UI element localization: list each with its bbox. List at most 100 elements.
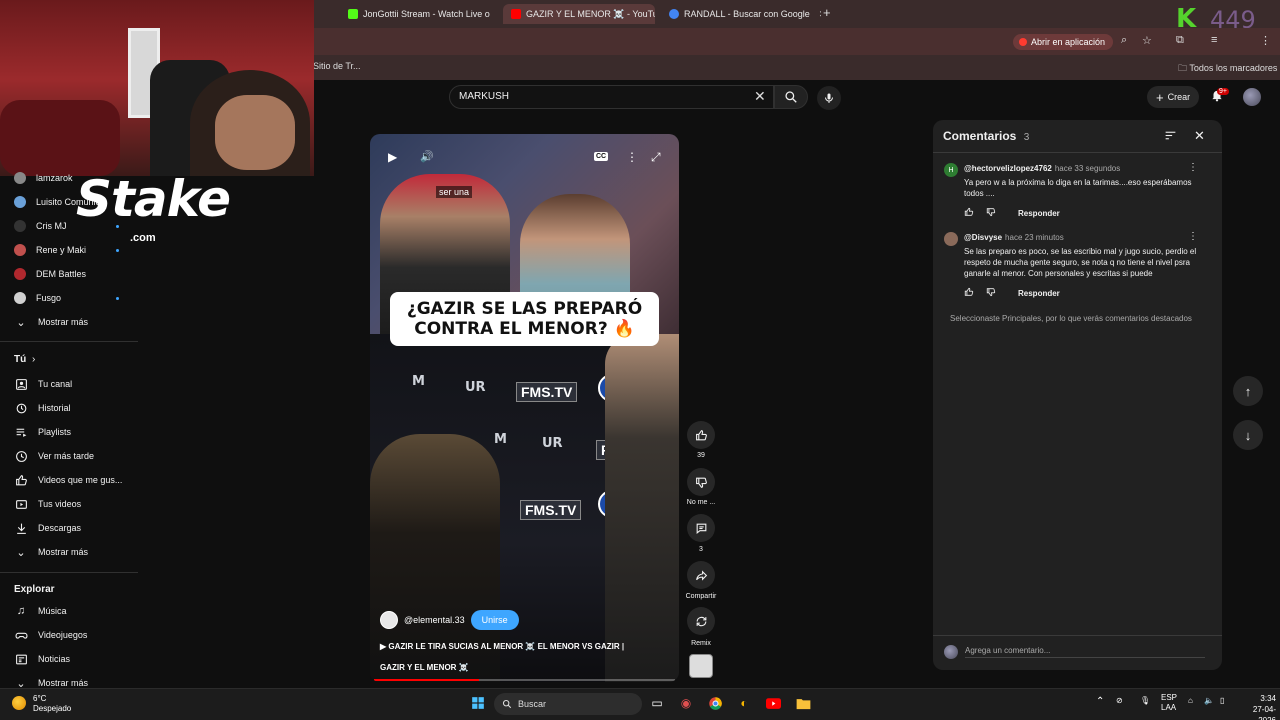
sidebar-item-liked-videos[interactable]: Videos que me gus... — [14, 470, 122, 490]
sidebar-channel[interactable]: Cris MJ — [14, 216, 67, 236]
search-button[interactable] — [774, 85, 808, 109]
more-options-icon[interactable]: ⋮ — [626, 150, 638, 164]
weather-widget[interactable]: 6°C Despejado — [33, 694, 71, 714]
search-input-value[interactable]: MARKUSH — [459, 91, 509, 102]
system-clock[interactable]: 3:34 27-04-2026 — [1244, 693, 1276, 720]
shorts-player[interactable]: M UR FMS.TV M UR FMS.TV FMS.TV ▶ 🔊 CC ⋮ … — [370, 134, 679, 682]
sidebar-item-your-channel[interactable]: Tu canal — [14, 374, 72, 394]
task-view-icon[interactable]: ▭ — [648, 694, 666, 712]
screen: JonGottii Stream - Watch Live o GAZIR Y … — [0, 0, 1280, 720]
tray-expand-icon[interactable]: ⌃ — [1096, 696, 1104, 707]
sidebar-channel[interactable]: DEM Battles — [14, 264, 86, 284]
comment-username: @Disvyse — [964, 233, 1003, 242]
new-tab-icon[interactable]: + — [823, 5, 831, 20]
video-progress-bar[interactable] — [374, 679, 675, 681]
weather-icon[interactable] — [12, 696, 26, 710]
network-icon[interactable]: ⌂ — [1188, 696, 1193, 705]
windows-start-icon[interactable] — [469, 694, 487, 712]
search-icon — [785, 91, 797, 103]
video-title-continued[interactable]: GAZIR Y EL MENOR ☠️ — [380, 663, 469, 672]
comment-avatar[interactable] — [944, 232, 958, 246]
comment-like-icon[interactable] — [964, 207, 974, 219]
remix-button[interactable] — [687, 607, 715, 635]
show-more-you[interactable]: ⌄ Mostrar más — [14, 542, 88, 562]
reading-list-icon[interactable]: ≡ — [1211, 34, 1217, 46]
sidebar-item-gaming[interactable]: Videojuegos — [14, 625, 87, 645]
comment-dislike-icon[interactable] — [986, 207, 996, 219]
sidebar-item-downloads[interactable]: Descargas — [14, 518, 81, 538]
audio-source-thumbnail[interactable] — [689, 654, 713, 678]
add-comment-input[interactable]: Agrega un comentario... — [965, 646, 1205, 658]
bookmark-star-icon[interactable]: ☆ — [1142, 34, 1152, 47]
tray-app-icon[interactable]: ⊘ — [1116, 696, 1123, 705]
backdrop-brand: FMS.TV — [516, 382, 578, 402]
share-button[interactable] — [687, 561, 715, 589]
comment-author[interactable]: @Disvyse hace 23 minutos — [964, 233, 1064, 242]
all-bookmarks-link[interactable]: 🗀 Todos los marcadores — [1178, 61, 1277, 77]
comment-reply-button[interactable]: Responder — [1018, 209, 1060, 218]
fullscreen-icon[interactable]: ⤢ — [651, 150, 661, 165]
zoom-icon[interactable]: ⌕ — [1121, 34, 1127, 47]
battery-icon[interactable]: ▯ — [1220, 696, 1224, 705]
next-short-button[interactable]: ↓ — [1233, 420, 1263, 450]
channel-label: lamzarok — [36, 173, 73, 183]
previous-short-button[interactable]: ↑ — [1233, 376, 1263, 406]
file-explorer-icon[interactable] — [794, 694, 812, 712]
bookmark-item[interactable]: Sitio de Tr... — [313, 61, 361, 71]
input-language[interactable]: ESP LAA — [1161, 693, 1177, 713]
captions-icon[interactable]: CC — [594, 152, 609, 161]
comment-text: Se las preparo es poco, se las escribio … — [964, 247, 1197, 278]
sidebar-item-watch-later[interactable]: Ver más tarde — [14, 446, 94, 466]
youtube-app-taskbar-icon[interactable] — [764, 694, 782, 712]
open-in-app-button[interactable]: Abrir en aplicación — [1013, 34, 1114, 50]
remix-label: Remix — [691, 640, 711, 647]
comment-like-icon[interactable] — [964, 287, 974, 299]
sidebar-channel[interactable]: lamzarok — [14, 168, 73, 188]
remix-icon — [696, 616, 706, 626]
obs-icon[interactable]: ◉ — [677, 694, 695, 712]
comment-author[interactable]: @hectorvelizlopez4762 hace 33 segundos — [964, 164, 1120, 173]
comment-more-icon[interactable]: ⋮ — [1188, 162, 1198, 173]
tab-jongottii[interactable]: JonGottii Stream - Watch Live o — [340, 4, 505, 24]
taskbar-search[interactable]: Buscar — [494, 693, 642, 715]
voice-search-button[interactable] — [817, 86, 841, 110]
channel-name[interactable]: @elemental.33 — [404, 615, 465, 625]
video-title[interactable]: ▶ GAZIR LE TIRA SUCIAS AL MENOR ☠️ EL ME… — [380, 642, 624, 651]
volume-icon[interactable]: 🔈 — [1204, 696, 1214, 705]
sidebar-item-your-videos[interactable]: Tus videos — [14, 494, 81, 514]
join-button[interactable]: Unirse — [470, 610, 519, 630]
volume-icon[interactable]: 🔊 — [420, 150, 434, 163]
sidebar-item-music[interactable]: ♫ Música — [14, 601, 67, 621]
close-icon[interactable]: ✕ — [1194, 128, 1205, 144]
sidebar-channel[interactable]: Rene y Maki — [14, 240, 86, 260]
like-button[interactable] — [687, 421, 715, 449]
tab-youtube[interactable]: GAZIR Y EL MENOR ☠️ - YouTu ✕ — [503, 4, 655, 24]
clear-search-icon[interactable]: ✕ — [754, 88, 766, 105]
create-button[interactable]: + Crear — [1147, 86, 1200, 108]
comment-reply-button[interactable]: Responder — [1018, 289, 1060, 298]
backdrop-brand: FMS.TV — [520, 500, 582, 520]
close-tab-icon[interactable]: ✕ — [819, 9, 821, 20]
app-icon[interactable]: ◐ — [735, 694, 753, 712]
you-section-header[interactable]: Tú › — [14, 354, 35, 365]
sidebar-channel[interactable]: Fusgo — [14, 288, 61, 308]
sidebar-item-playlists[interactable]: Playlists — [14, 422, 71, 442]
channel-label: Fusgo — [36, 293, 62, 303]
comment-avatar[interactable]: H — [944, 163, 958, 177]
comments-button[interactable] — [687, 514, 715, 542]
comment-dislike-icon[interactable] — [986, 287, 996, 299]
sort-icon[interactable] — [1164, 129, 1177, 145]
channel-avatar[interactable] — [380, 611, 398, 629]
sidebar-item-news[interactable]: Noticias — [14, 649, 70, 669]
tab-google[interactable]: RANDALL - Buscar con Google ✕ — [661, 4, 821, 24]
tray-mic-icon[interactable]: 🎙 — [1140, 696, 1150, 705]
comment-more-icon[interactable]: ⋮ — [1188, 231, 1198, 242]
play-icon[interactable]: ▶ — [388, 150, 397, 164]
browser-menu-icon[interactable]: ⋮ — [1260, 34, 1271, 47]
chrome-icon[interactable] — [706, 694, 724, 712]
dislike-button[interactable] — [687, 468, 715, 496]
extensions-icon[interactable]: ⧉ — [1176, 34, 1184, 47]
account-avatar[interactable] — [1243, 88, 1261, 106]
sidebar-item-history[interactable]: Historial — [14, 398, 71, 418]
show-more-channels[interactable]: ⌄ Mostrar más — [14, 312, 88, 332]
